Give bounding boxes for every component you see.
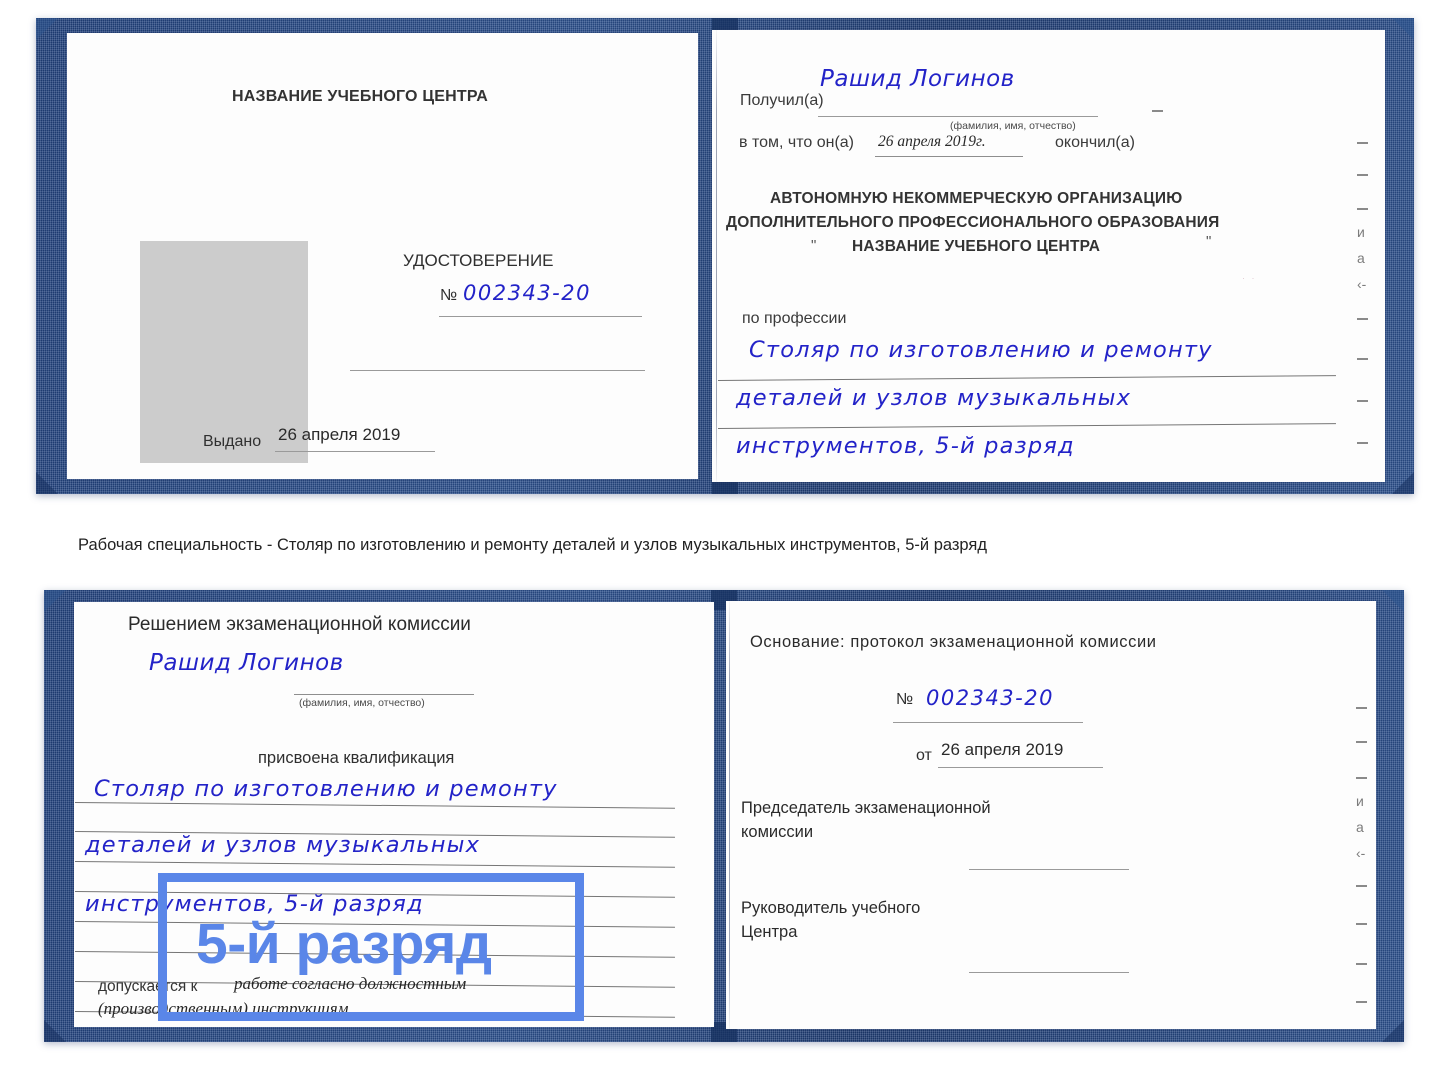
edge-glyph-i: и [1357, 224, 1365, 240]
document-type-label: УДОСТОВЕРЕНИЕ [403, 251, 554, 270]
issued-underline [275, 451, 435, 453]
edge-dash [1357, 174, 1368, 176]
issued-date-value: 26 апреля 2019 [278, 425, 401, 444]
edge-dash [1152, 110, 1163, 112]
blank-rule [350, 370, 645, 372]
ruled-line [74, 802, 675, 809]
finished-label: окончил(а) [1055, 134, 1135, 151]
qualification-handwritten-line-2: деталей и узлов музыкальных [85, 832, 481, 858]
qualification-handwritten-line-1: Столяр по изготовлению и ремонту [94, 776, 558, 802]
organization-line-1: АВТОНОМНУЮ НЕКОММЕРЧЕСКУЮ ОРГАНИЗАЦИЮ [770, 190, 1183, 207]
edge-dash [1357, 358, 1368, 360]
edge-dash [1356, 963, 1367, 965]
from-date-underline [938, 767, 1103, 769]
cover-fold-top-right [1392, 18, 1414, 40]
graduate-name-underline [294, 694, 474, 695]
head-signature-line [969, 972, 1129, 974]
protocol-number-underline [893, 722, 1083, 724]
cover-fold-bottom-right [1382, 1020, 1404, 1042]
organization-line-3: НАЗВАНИЕ УЧЕБНОГО ЦЕНТРА [852, 238, 1101, 255]
edge-dash [1357, 208, 1368, 210]
training-center-heading: НАЗВАНИЕ УЧЕБНОГО ЦЕНТРА [232, 88, 489, 105]
qualification-label: присвоена квалификация [258, 749, 455, 767]
highlight-badge-text: 5-й разряд [196, 912, 492, 976]
basis-label: Основание: протокол экзаменационной коми… [750, 633, 1157, 651]
edge-dash [1357, 142, 1368, 144]
issued-label: Выдано [203, 433, 262, 450]
edge-glyph-arrow: ‹- [1357, 276, 1367, 292]
cover-fold-top-left [36, 18, 58, 40]
edge-glyph-a: а [1357, 250, 1365, 266]
protocol-number-value: 002343-20 [926, 686, 1054, 710]
edge-glyph-i: и [1356, 793, 1364, 809]
profession-label: по профессии [742, 310, 847, 327]
recipient-name-underline [818, 116, 1098, 118]
chairman-label-line-2: комиссии [741, 823, 814, 841]
completion-date-underline [875, 156, 1023, 157]
page-fold-line [716, 30, 717, 482]
edge-dash [1356, 707, 1367, 709]
name-hint-bottom: (фамилия, имя, отчество) [299, 697, 425, 709]
edge-dash [1356, 1001, 1367, 1003]
profession-handwritten-line-2: деталей и узлов музыкальных [736, 385, 1132, 411]
organization-line-2: ДОПОЛНИТЕЛЬНОГО ПРОФЕССИОНАЛЬНОГО ОБРАЗО… [726, 214, 1220, 231]
edge-dash [1357, 442, 1368, 444]
edge-glyph-a: а [1356, 819, 1364, 835]
edge-dash [1357, 400, 1368, 402]
recipient-name-handwritten: Рашид Логинов [820, 66, 1015, 92]
top-certificate-left-page: НАЗВАНИЕ УЧЕБНОГО ЦЕНТРА УДОСТОВЕРЕНИЕ №… [67, 33, 698, 479]
edge-dash [1356, 777, 1367, 779]
cover-fold-bottom-left [36, 472, 58, 494]
head-label-line-2: Центра [741, 923, 798, 941]
page-caption: Рабочая специальность - Столяр по изгото… [78, 536, 987, 554]
cover-fold-top-left [44, 590, 66, 612]
commission-decision-heading: Решением экзаменационной комиссии [128, 614, 471, 635]
ruled-line [74, 861, 675, 868]
quote-close: " [1206, 233, 1212, 250]
seal-label: М.П. [195, 476, 227, 479]
top-certificate-right-page: Получил(а) Рашид Логинов (фамилия, имя, … [712, 30, 1385, 482]
cover-fold-bottom-left [44, 1020, 66, 1042]
cover-fold-bottom-right [1392, 472, 1414, 494]
profession-handwritten-line-3: инструментов, 5-й разряд [736, 433, 1075, 459]
edge-dash [1357, 318, 1368, 320]
number-underline [439, 316, 642, 318]
profession-handwritten-line-1: Столяр по изготовлению и ремонту [749, 337, 1213, 363]
completion-date-value: 26 апреля 2019г. [878, 133, 986, 150]
received-label: Получил(а) [740, 92, 824, 109]
chairman-signature-line [969, 869, 1129, 871]
edge-dash [1356, 885, 1367, 887]
page-fold-line [729, 601, 730, 1029]
name-hint-top: (фамилия, имя, отчество) [950, 120, 1076, 132]
head-label-line-1: Руководитель учебного [741, 899, 921, 917]
in-that-label: в том, что он(а) [739, 134, 854, 151]
certificate-book-top: НАЗВАНИЕ УЧЕБНОГО ЦЕНТРА УДОСТОВЕРЕНИЕ №… [36, 18, 1414, 494]
quote-open: " [811, 237, 817, 254]
number-symbol: № [440, 287, 458, 304]
edge-dash [1356, 923, 1367, 925]
chairman-label-line-1: Председатель экзаменационной [741, 799, 991, 817]
protocol-number-symbol: № [896, 691, 914, 708]
profession-ruled-line-1 [717, 375, 1336, 381]
certificate-number-value: 002343-20 [463, 281, 591, 305]
bottom-certificate-right-page: Основание: протокол экзаменационной коми… [726, 601, 1376, 1029]
profession-ruled-line-2 [717, 423, 1336, 429]
edge-dash [1356, 741, 1367, 743]
from-label: от [916, 747, 932, 764]
faded-stamp-mark: · · [1242, 273, 1257, 283]
edge-glyph-arrow: ‹- [1356, 845, 1366, 861]
cover-fold-top-right [1382, 590, 1404, 612]
graduate-name-handwritten: Рашид Логинов [149, 650, 344, 676]
from-date-value: 26 апреля 2019 [941, 740, 1064, 759]
